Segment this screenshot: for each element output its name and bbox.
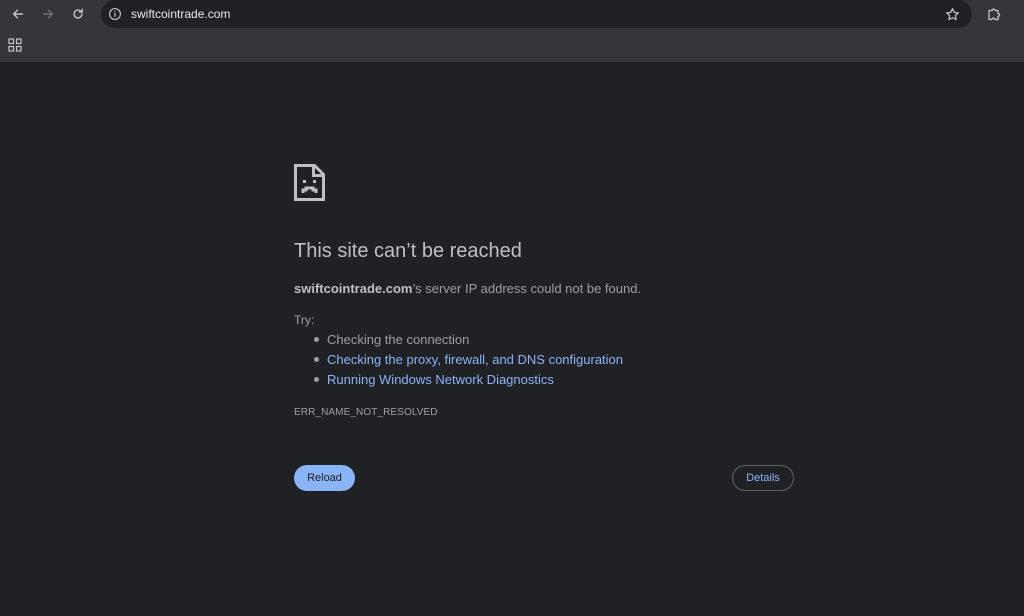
url-text[interactable]: swiftcointrade.com: [131, 7, 230, 21]
suggestion-check-proxy[interactable]: Checking the proxy, firewall, and DNS co…: [294, 352, 623, 372]
suggestion-link[interactable]: Checking the proxy, firewall, and DNS co…: [327, 352, 623, 367]
star-icon: [945, 7, 959, 20]
suggestion-check-connection: Checking the connection: [294, 332, 623, 352]
reload-button[interactable]: Reload: [294, 465, 355, 491]
site-info-button[interactable]: [107, 6, 123, 22]
info-icon: [109, 8, 121, 20]
bookmark-button[interactable]: [944, 6, 960, 22]
suggestions-list: Checking the connection Checking the pro…: [294, 332, 623, 392]
bookmarks-bar: [0, 28, 1024, 62]
back-button[interactable]: [6, 2, 30, 26]
address-bar[interactable]: swiftcointrade.com: [101, 0, 972, 28]
details-button[interactable]: Details: [732, 465, 794, 491]
suggestion-text: Checking the connection: [327, 332, 470, 347]
suggestion-link[interactable]: Running Windows Network Diagnostics: [327, 372, 554, 387]
puzzle-icon: [988, 8, 1001, 21]
error-host: swiftcointrade.com: [294, 281, 413, 296]
browser-toolbar: swiftcointrade.com: [0, 0, 1024, 28]
reload-page-button[interactable]: [66, 2, 90, 26]
try-label: Try:: [294, 313, 315, 327]
apps-grid-icon[interactable]: [8, 38, 22, 52]
sad-page-icon: [294, 164, 325, 201]
forward-arrow-icon: [42, 9, 54, 19]
forward-button[interactable]: [36, 2, 60, 26]
reload-icon: [73, 8, 83, 19]
error-title: This site can’t be reached: [294, 240, 522, 262]
error-page: This site can’t be reached swiftcointrad…: [0, 62, 1024, 616]
back-arrow-icon: [12, 9, 24, 19]
suggestion-network-diagnostics[interactable]: Running Windows Network Diagnostics: [294, 372, 623, 392]
extensions-button[interactable]: [984, 4, 1004, 24]
error-code: ERR_NAME_NOT_RESOLVED: [294, 407, 438, 418]
error-description-text: ’s server IP address could not be found.: [412, 281, 642, 296]
error-description: swiftcointrade.com’s server IP address c…: [294, 281, 641, 296]
